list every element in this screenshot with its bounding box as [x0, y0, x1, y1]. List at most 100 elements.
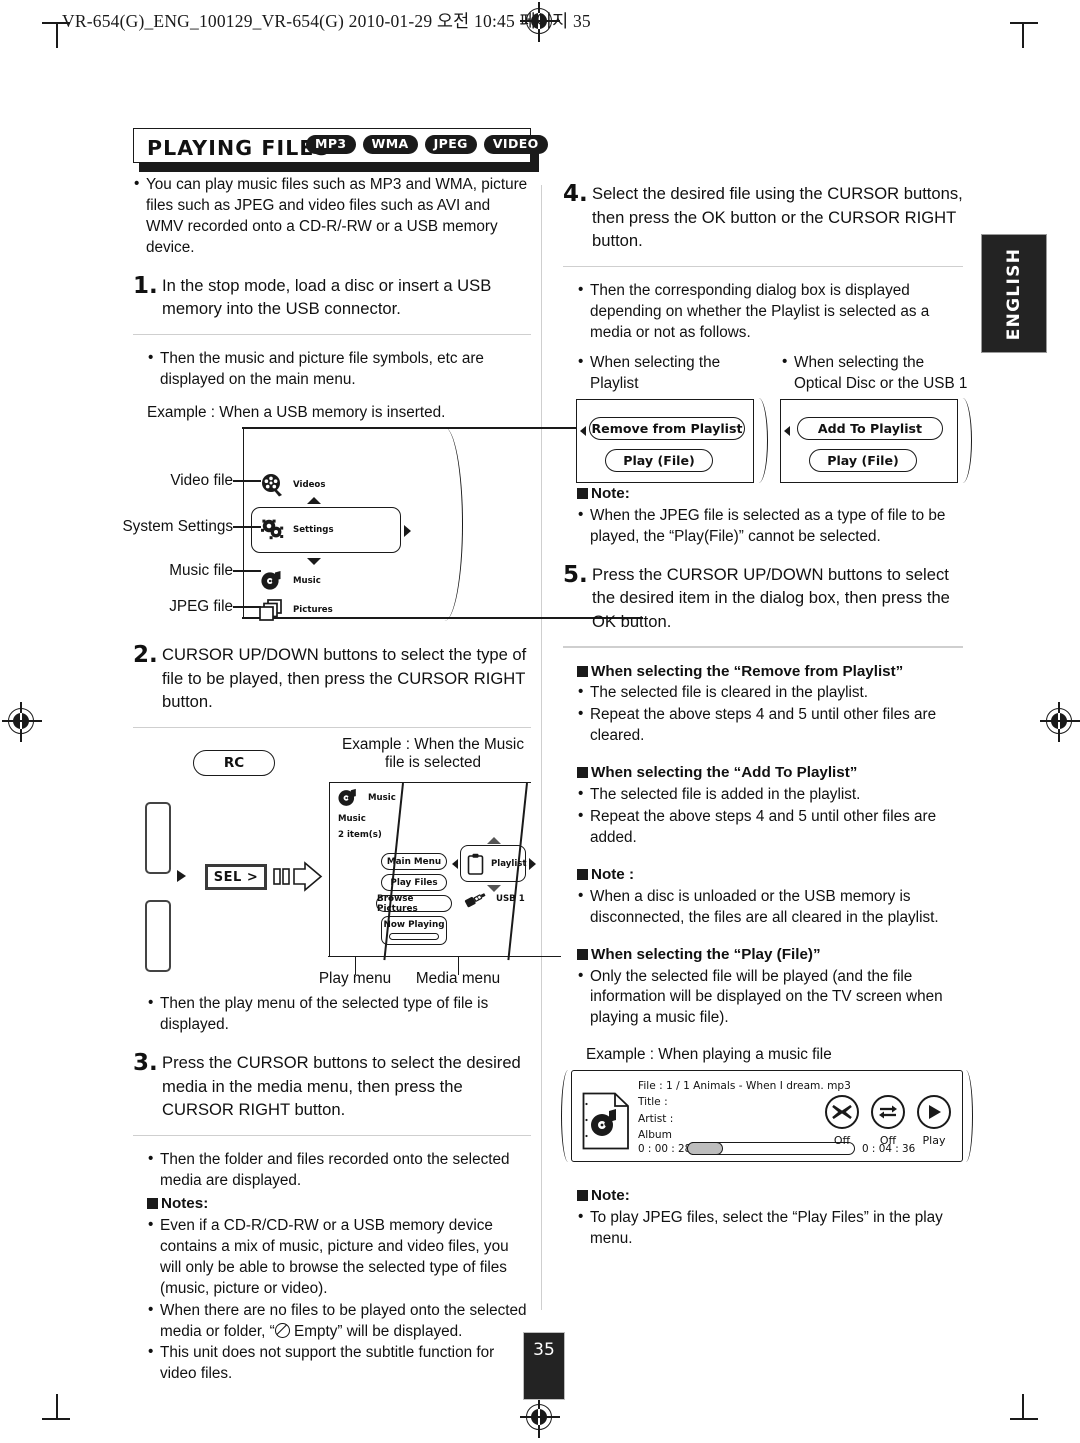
note-disc-unloaded: Note : When a disc is unloaded or the US…	[563, 865, 963, 929]
menu-item-pictures[interactable]: Pictures	[258, 598, 333, 622]
note-jpeg-play-files: Note: To play JPEG files, select the “Pl…	[563, 1186, 963, 1250]
notes-item-3: This unit does not support the subtitle …	[147, 1342, 531, 1385]
pictures-icon	[259, 599, 282, 621]
step-3: 3. Press the CURSOR buttons to select th…	[133, 1051, 531, 1122]
left-column: You can play music files such as MP3 and…	[122, 174, 643, 1386]
player-artist-line: Artist :	[638, 1112, 674, 1125]
language-side-tab-label: ENGLISH	[1004, 247, 1024, 340]
play-menu-play-files[interactable]: Play Files	[381, 874, 447, 892]
player-metadata: File : 1 / 1 Animals - When I dream. mp3…	[638, 1078, 851, 1142]
note6-heading: Note :	[577, 865, 963, 886]
format-badge-list: MP3 WMA JPEG VIDEO	[306, 135, 548, 155]
media-cursor-left-icon	[452, 859, 458, 870]
section-play-text: Only the selected file will be played (a…	[577, 966, 963, 1030]
player-time-elapsed: 0 : 00 : 28	[638, 1143, 692, 1156]
manual-page: PLAYING FILES MP3 WMA JPEG VIDEO You can…	[0, 0, 1080, 1443]
now-playing-progress-bar	[389, 933, 439, 941]
cursor-right-arrow-icon	[404, 525, 411, 538]
dialog-box-playlist: Remove from Playlist Play (File)	[576, 398, 768, 484]
step-5-rule	[563, 646, 963, 648]
page-number-label: 35	[533, 1340, 555, 1360]
remote-body-upper	[145, 802, 171, 875]
menu-item-pictures-label: Pictures	[293, 605, 333, 616]
step-5-number: 5.	[563, 561, 588, 588]
menu-item-music[interactable]: Music	[260, 570, 321, 592]
play-menu-main-menu[interactable]: Main Menu	[381, 853, 447, 871]
rc-label-badge: RC	[193, 750, 275, 777]
step-2: 2. CURSOR UP/DOWN buttons to select the …	[133, 643, 531, 714]
note-after-step1: Then the music and picture file symbols,…	[133, 348, 531, 391]
menu-item-settings[interactable]: Settings	[260, 518, 334, 542]
remote-body-lower	[145, 900, 171, 973]
page-number-block: 35	[523, 1332, 565, 1400]
screen2-header: Music	[337, 788, 396, 808]
section-add-to-playlist: When selecting the “Add To Playlist” The…	[563, 763, 963, 849]
step-2-number: 2.	[133, 642, 158, 669]
repeat-icon	[879, 1105, 897, 1119]
dialog-button-remove-from-playlist[interactable]: Remove from Playlist	[589, 416, 745, 440]
example-playing-music: Example : When playing a music file	[586, 1046, 832, 1064]
note6-text: When a disc is unloaded or the USB memor…	[577, 886, 963, 929]
note-after-step2: Then the play menu of the selected type …	[133, 993, 531, 1036]
page-title: PLAYING FILES	[147, 136, 331, 160]
intro-paragraph: You can play music files such as MP3 and…	[133, 174, 531, 259]
step-3-text: Press the CURSOR buttons to select the d…	[162, 1053, 521, 1120]
dialog-right-caption-wrap: When selecting the Optical Disc or the U…	[781, 352, 971, 396]
callout-video-file: Video file	[170, 472, 233, 490]
play-icon	[929, 1105, 941, 1120]
section-remove-heading: When selecting the “Remove from Playlist…	[577, 662, 963, 683]
dialog-left-cursor-icon	[580, 425, 586, 436]
cursor-down-arrow-icon	[307, 558, 321, 566]
step-4-rule	[563, 265, 963, 267]
menu-item-videos[interactable]: Videos	[260, 473, 325, 497]
section-remove-item-2: Repeat the above steps 4 and 5 until oth…	[577, 704, 963, 747]
section-play-file: When selecting the “Play (File)” Only th…	[563, 945, 963, 1030]
section-add-item-1: The selected file is added in the playli…	[577, 784, 963, 806]
callout-music-file: Music file	[169, 562, 233, 580]
dialog-left-caption-wrap: When selecting the Playlist	[577, 352, 767, 396]
music-file-thumbnail-icon	[582, 1092, 629, 1150]
note-jpeg-playfile: Note: When the JPEG file is selected as …	[563, 484, 963, 548]
media-menu-playlist[interactable]: Playlist	[467, 853, 527, 875]
menu-item-music-label: Music	[293, 576, 321, 587]
diagram-main-menu: Videos Settings Music Pictures Video fil…	[122, 427, 643, 628]
shuffle-button[interactable]	[825, 1095, 859, 1130]
step-1-text: In the stop mode, load a disc or insert …	[162, 275, 492, 319]
player-left-curve	[561, 1069, 574, 1162]
dialog-button-play-file-right[interactable]: Play (File)	[809, 448, 917, 472]
player-right-curve	[960, 1069, 973, 1162]
note7-text: To play JPEG files, select the “Play Fil…	[577, 1207, 963, 1250]
screen2-header-label: Music	[368, 793, 396, 804]
diagram-play-menu: RC SEL > Example : When the Music file i…	[133, 736, 561, 994]
dialog-button-add-to-playlist[interactable]: Add To Playlist	[797, 416, 943, 440]
screen2-item-count: 2 item(s)	[338, 830, 382, 841]
tv-screen-play-menu: Music Music 2 item(s) Main Menu Play Fil…	[328, 782, 561, 961]
callout-system-settings: System Settings	[122, 518, 233, 536]
badge-jpeg: JPEG	[424, 135, 477, 155]
media-menu-usb[interactable]: USB 1	[463, 889, 525, 909]
section-remove-item-1: The selected file is cleared in the play…	[577, 682, 963, 704]
sel-button[interactable]: SEL >	[205, 864, 267, 891]
progress-fill	[687, 1142, 723, 1156]
notes-item-2-post: Empty” will be displayed.	[289, 1322, 463, 1340]
remote-pointer-arrow-icon	[177, 870, 186, 883]
music-icon	[261, 571, 281, 590]
section-banner: PLAYING FILES MP3 WMA JPEG VIDEO	[133, 128, 548, 172]
repeat-button[interactable]	[871, 1095, 905, 1130]
music-icon	[338, 789, 356, 806]
step-1-number: 1.	[133, 272, 158, 299]
dialog-right-curve	[955, 398, 972, 484]
shuffle-icon	[832, 1105, 852, 1120]
play-button[interactable]	[917, 1095, 951, 1130]
tv-screen-main-menu: Videos Settings Music Pictures	[242, 427, 643, 622]
play-state-label: Play	[922, 1134, 946, 1148]
dialog-right-cursor-icon	[784, 425, 790, 436]
step-2-text: CURSOR UP/DOWN buttons to select the typ…	[162, 645, 527, 712]
dialog-box-optical-usb: Add To Playlist Play (File)	[780, 398, 972, 484]
play-menu-browse-pictures[interactable]: Browse Pictures	[376, 894, 452, 914]
play-menu-now-playing[interactable]: Now Playing	[381, 916, 447, 946]
shuffle-state-label: Off	[833, 1134, 851, 1148]
badge-wma: WMA	[362, 135, 418, 155]
dialog-button-play-file-left[interactable]: Play (File)	[605, 448, 713, 472]
usb-icon	[464, 893, 486, 908]
